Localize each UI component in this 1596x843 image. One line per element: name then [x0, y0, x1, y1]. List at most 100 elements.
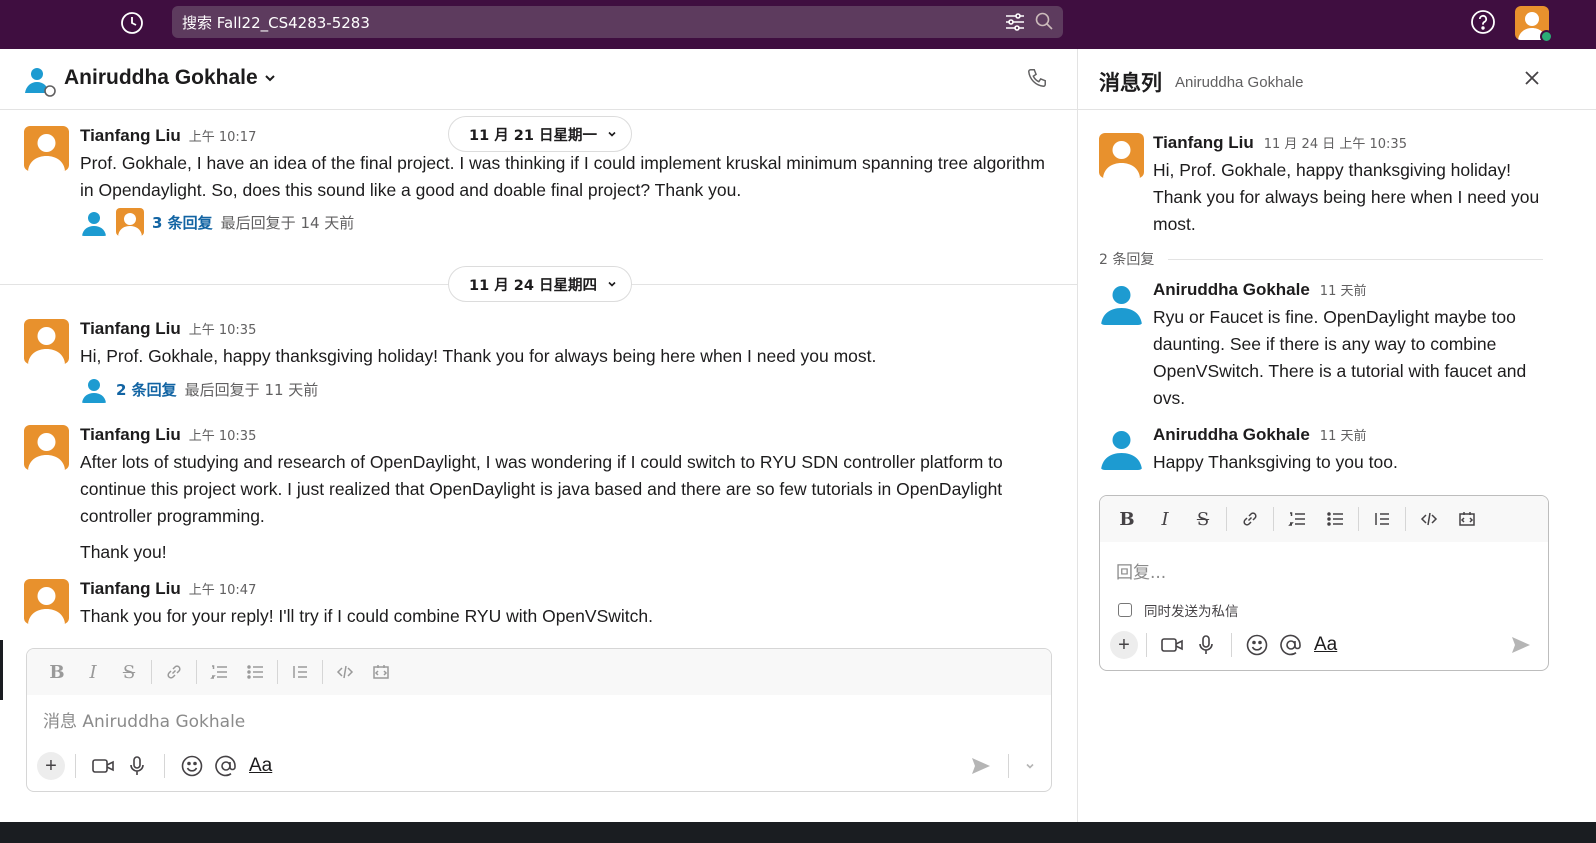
thread-panel: 消息列 Aniruddha Gokhale Tianfang Liu 11 月 …: [1077, 49, 1596, 822]
filter-icon[interactable]: [1005, 13, 1025, 36]
avatar[interactable]: [1099, 133, 1144, 178]
formatting-toggle[interactable]: Aa: [249, 755, 272, 777]
avatar[interactable]: [1099, 280, 1144, 325]
thread-replies[interactable]: 2 条回复 最后回复于 11 天前: [80, 375, 318, 403]
message-text: Happy Thanksgiving to you too.: [1153, 452, 1398, 472]
bullet-list-icon[interactable]: [1316, 504, 1354, 534]
history-icon[interactable]: [119, 10, 145, 36]
reply-placeholder[interactable]: 回复...: [1116, 558, 1166, 583]
message-text: Hi, Prof. Gokhale, happy thanksgiving ho…: [1153, 160, 1540, 234]
video-icon[interactable]: [86, 751, 120, 781]
thread-header: 消息列 Aniruddha Gokhale: [1078, 49, 1596, 110]
search-input[interactable]: 搜索 Fall22_CS4283-5283: [172, 6, 1063, 38]
author-name[interactable]: Tianfang Liu: [1153, 133, 1254, 153]
date-divider[interactable]: 11 月 21 日星期一: [448, 116, 633, 152]
strikethrough-icon[interactable]: S: [111, 657, 147, 687]
italic-icon[interactable]: I: [75, 657, 111, 687]
emoji-icon[interactable]: [1240, 630, 1274, 660]
mention-icon[interactable]: [1274, 630, 1308, 660]
microphone-icon[interactable]: [1189, 630, 1223, 660]
blockquote-icon[interactable]: [1363, 504, 1401, 534]
author-name[interactable]: Aniruddha Gokhale: [1153, 280, 1310, 300]
also-send-dm-option[interactable]: 同时发送为私信: [1118, 600, 1239, 620]
chevron-down-icon: [264, 75, 275, 82]
thread-subtitle[interactable]: Aniruddha Gokhale: [1175, 74, 1303, 91]
author-name[interactable]: Tianfang Liu: [80, 126, 181, 146]
plus-icon[interactable]: +: [1110, 631, 1138, 659]
avatar[interactable]: [24, 319, 69, 364]
avatar[interactable]: [24, 126, 69, 171]
ordered-list-icon[interactable]: [1278, 504, 1316, 534]
thread-composer[interactable]: B I S 回复... 同时发送为私信 + Aa: [1099, 495, 1549, 671]
message-header: Tianfang Liu 11 月 24 日 上午 10:35: [1153, 133, 1407, 153]
dm-user-icon: [24, 65, 56, 97]
formatting-toggle[interactable]: Aa: [1314, 634, 1337, 656]
avatar[interactable]: [24, 579, 69, 624]
phone-icon[interactable]: [1026, 67, 1050, 91]
ordered-list-icon[interactable]: [201, 657, 237, 687]
channel-title-text: Aniruddha Gokhale: [64, 66, 258, 89]
avatar: [80, 375, 108, 403]
code-icon[interactable]: [1410, 504, 1448, 534]
message-header: Tianfang Liu 上午 10:35: [80, 425, 256, 445]
bold-icon[interactable]: B: [39, 657, 75, 687]
mention-icon[interactable]: [209, 751, 243, 781]
presence-dot: [1540, 30, 1553, 43]
code-block-icon[interactable]: [363, 657, 399, 687]
message-header: Tianfang Liu 上午 10:17: [80, 126, 256, 146]
timestamp[interactable]: 11 天前: [1320, 425, 1367, 444]
plus-icon[interactable]: +: [37, 752, 65, 780]
chevron-down-icon[interactable]: [1019, 751, 1041, 781]
author-name[interactable]: Aniruddha Gokhale: [1153, 425, 1310, 445]
message-header: Aniruddha Gokhale 11 天前: [1153, 280, 1366, 300]
date-divider-label: 11 月 21 日星期一: [469, 127, 598, 144]
timestamp[interactable]: 11 月 24 日 上午 10:35: [1264, 133, 1407, 152]
divider: [1273, 507, 1274, 531]
reply-count-divider: 2 条回复: [1099, 249, 1543, 269]
channel-title[interactable]: Aniruddha Gokhale: [64, 66, 276, 90]
code-icon[interactable]: [327, 657, 363, 687]
last-reply-time: 最后回复于 14 天前: [220, 213, 355, 232]
author-name[interactable]: Tianfang Liu: [80, 319, 181, 339]
composer-placeholder[interactable]: 消息 Aniruddha Gokhale: [43, 707, 245, 732]
italic-icon[interactable]: I: [1146, 504, 1184, 534]
timestamp[interactable]: 上午 10:35: [189, 425, 257, 444]
reply-count-link[interactable]: 2 条回复: [116, 379, 177, 400]
divider: [75, 754, 76, 778]
timestamp[interactable]: 上午 10:47: [189, 579, 257, 598]
strikethrough-icon[interactable]: S: [1184, 504, 1222, 534]
microphone-icon[interactable]: [120, 751, 154, 781]
date-divider[interactable]: 11 月 24 日星期四: [448, 266, 633, 302]
message-list: 11 月 21 日星期一 Tianfang Liu 上午 10:17 Prof.…: [0, 110, 1078, 640]
timestamp[interactable]: 上午 10:17: [189, 126, 257, 145]
window-edge: [0, 640, 3, 700]
also-send-checkbox[interactable]: [1118, 603, 1132, 617]
author-name[interactable]: Tianfang Liu: [80, 425, 181, 445]
send-icon[interactable]: [1504, 630, 1538, 660]
close-icon[interactable]: [1521, 67, 1543, 89]
divider: [1226, 507, 1227, 531]
send-icon[interactable]: [964, 751, 998, 781]
message-composer[interactable]: B I S 消息 Aniruddha Gokhale + Aa: [26, 648, 1052, 792]
bold-icon[interactable]: B: [1108, 504, 1146, 534]
link-icon[interactable]: [156, 657, 192, 687]
bullet-list-icon[interactable]: [237, 657, 273, 687]
divider: [1405, 507, 1406, 531]
link-icon[interactable]: [1231, 504, 1269, 534]
author-name[interactable]: Tianfang Liu: [80, 579, 181, 599]
last-reply-time: 最后回复于 11 天前: [184, 380, 319, 399]
avatar[interactable]: [24, 425, 69, 470]
help-icon[interactable]: [1470, 9, 1496, 35]
emoji-icon[interactable]: [175, 751, 209, 781]
timestamp[interactable]: 上午 10:35: [189, 319, 257, 338]
reply-count-link[interactable]: 3 条回复: [152, 212, 213, 233]
search-icon[interactable]: [1035, 12, 1053, 35]
avatar[interactable]: [1099, 425, 1144, 470]
send-group: [964, 751, 1041, 781]
blockquote-icon[interactable]: [282, 657, 318, 687]
timestamp[interactable]: 11 天前: [1320, 280, 1367, 299]
video-icon[interactable]: [1155, 630, 1189, 660]
code-block-icon[interactable]: [1448, 504, 1486, 534]
message-header: Tianfang Liu 上午 10:47: [80, 579, 256, 599]
thread-replies[interactable]: 3 条回复 最后回复于 14 天前: [80, 208, 354, 236]
